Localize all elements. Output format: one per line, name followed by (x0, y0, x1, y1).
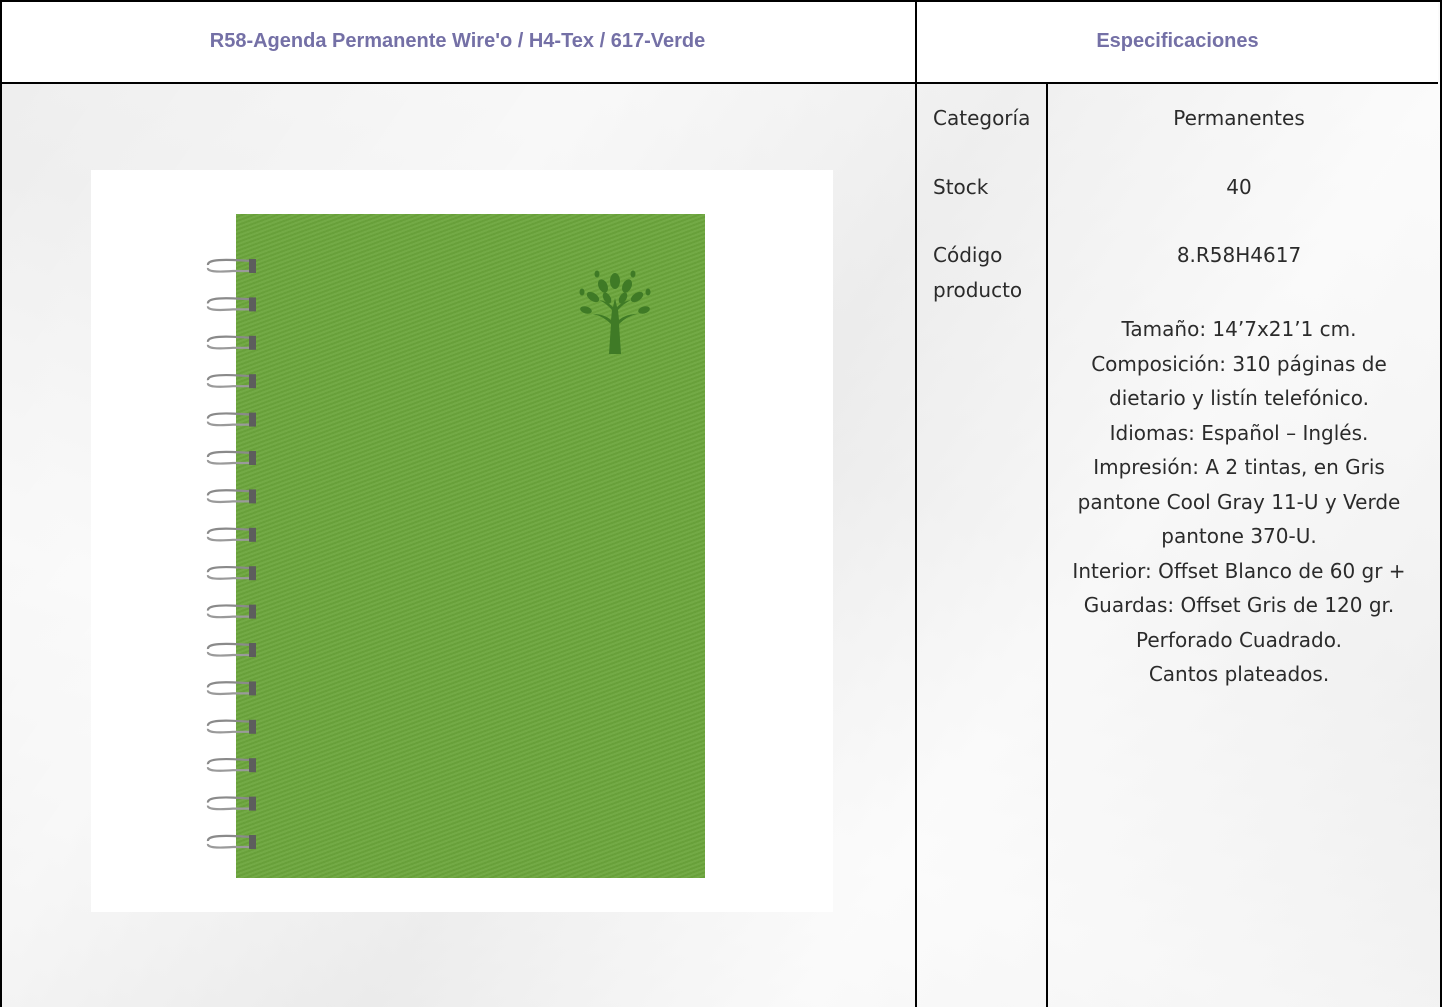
spiral-ring (206, 335, 256, 350)
spiral-ring (206, 412, 256, 427)
description-line: Impresión: A 2 tintas, en Gris (1093, 455, 1385, 479)
description-line: pantone Cool Gray 11-U y Verde (1077, 489, 1401, 514)
spiral-ring (206, 373, 256, 389)
spiral-ring (206, 604, 256, 619)
product-code-label-line: Código (933, 243, 1003, 267)
category-label: Categoría (933, 106, 1031, 130)
description-line: Cantos plateados. (1148, 662, 1330, 686)
description-line: Perforado Cuadrado. (1136, 627, 1342, 652)
spiral-ring (206, 565, 256, 581)
spiral-ring (206, 719, 256, 734)
description-line: Guardas: Offset Gris de 120 gr. (1083, 593, 1395, 617)
spiral-ring (206, 527, 256, 542)
spiral-ring (206, 757, 256, 773)
product-code-value: 8.R58H4617 (1176, 243, 1302, 267)
description-line: Tamaño: 14’7x21’1 cm. (1121, 317, 1357, 341)
spiral-ring (206, 834, 256, 849)
description-line: Idiomas: Español – Inglés. (1109, 420, 1369, 445)
category-value: Permanentes (1173, 106, 1305, 130)
tree-logo-icon (579, 270, 651, 354)
spiral-ring (206, 681, 256, 696)
spiral-binding-icon (206, 258, 256, 849)
spiral-ring (206, 297, 256, 312)
spiral-ring (206, 450, 256, 465)
description-line: dietario y listín telefónico. (1109, 386, 1369, 410)
column-divider (1046, 84, 1048, 1007)
spiral-ring (206, 258, 256, 273)
description-line: pantone 370-U. (1161, 524, 1317, 548)
stock-value: 40 (1226, 175, 1252, 199)
description-line: Composición: 310 páginas de (1091, 351, 1387, 376)
product-image (91, 170, 833, 912)
product-description: Tamaño: 14’7x21’1 cm. Composición: 310 p… (1050, 312, 1428, 692)
spiral-ring (206, 642, 256, 657)
product-code-label: Código producto (933, 238, 1041, 308)
description-line: Interior: Offset Blanco de 60 gr + (1072, 558, 1406, 583)
product-code-label-line: producto (933, 278, 1023, 302)
column-divider (915, 0, 917, 1007)
spiral-ring (206, 796, 256, 811)
spiral-ring (206, 489, 256, 504)
stock-label: Stock (933, 175, 989, 199)
